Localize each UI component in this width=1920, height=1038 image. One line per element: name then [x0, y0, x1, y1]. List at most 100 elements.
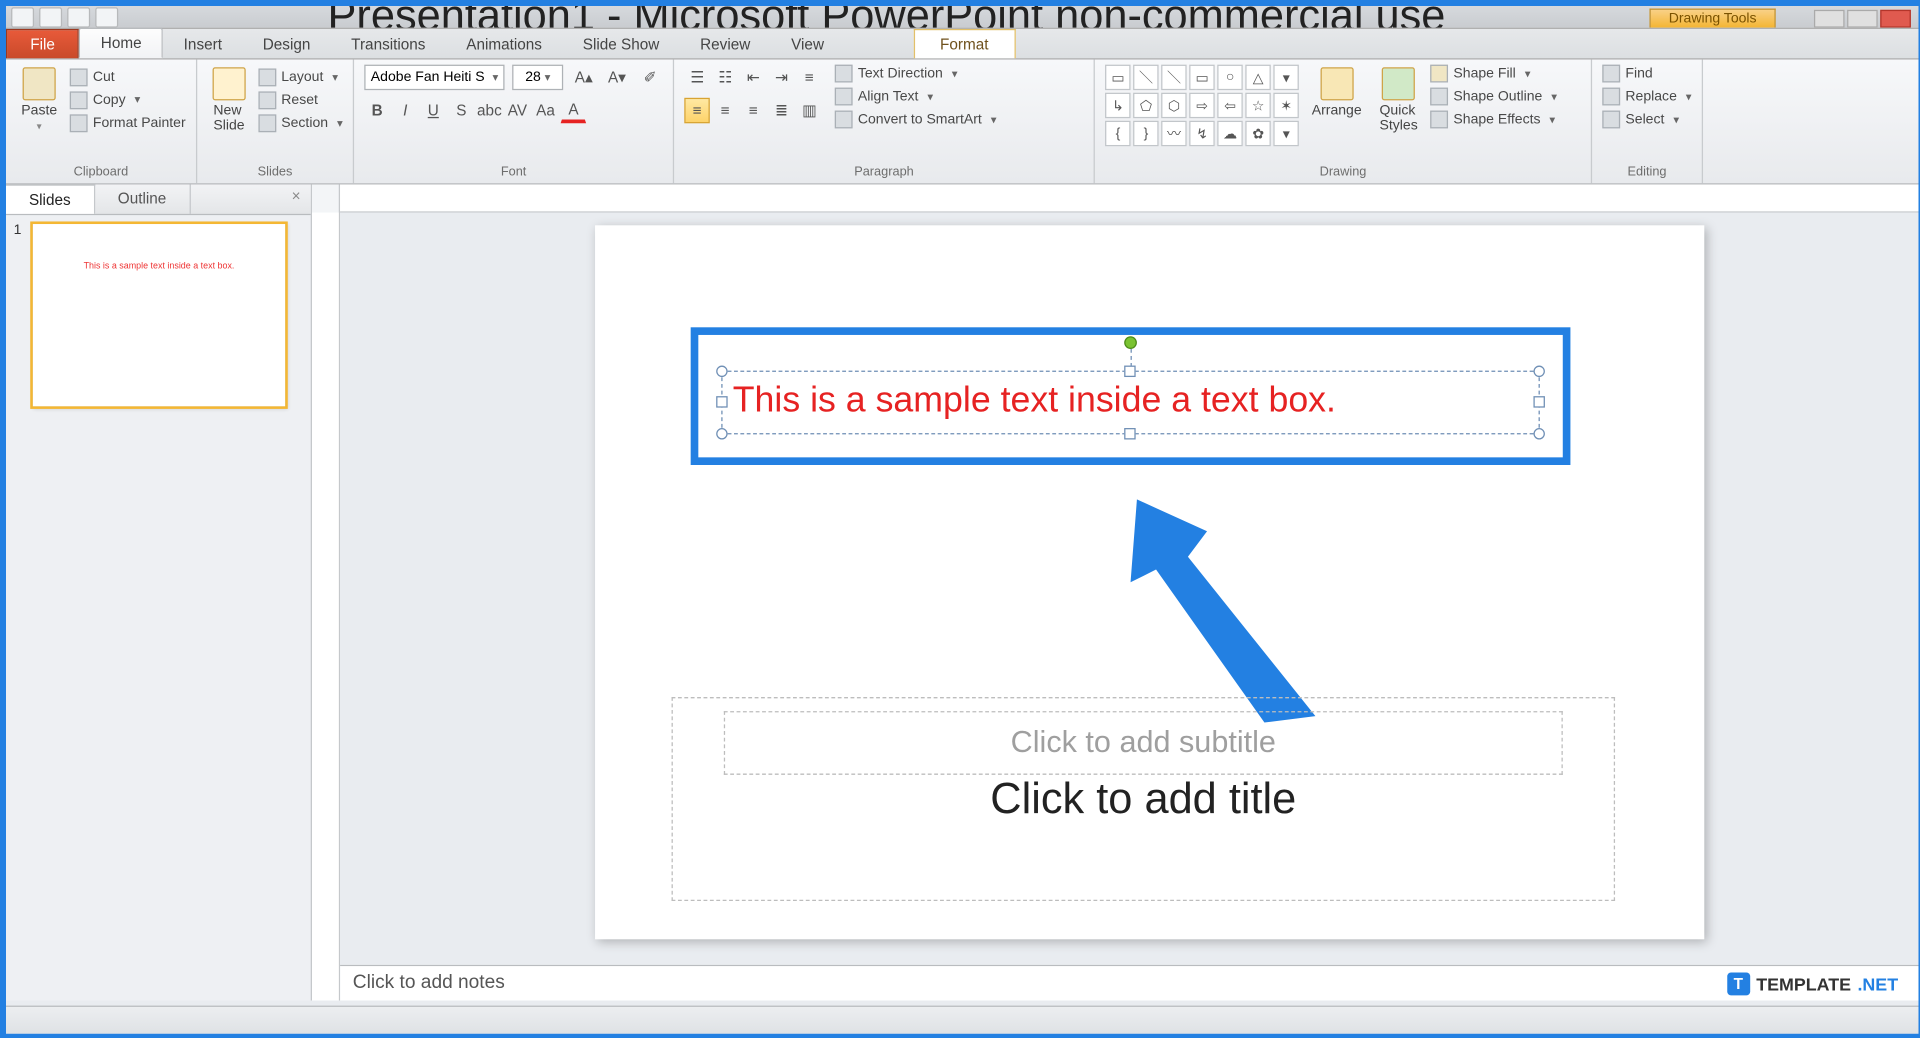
shape-fill-button[interactable]: Shape Fill [1430, 65, 1557, 83]
strike-button[interactable]: S [449, 98, 475, 124]
tab-format[interactable]: Format [913, 29, 1015, 58]
align-right-button[interactable]: ≡ [741, 98, 767, 124]
title-placeholder[interactable]: Click to add title [990, 774, 1296, 824]
cut-button[interactable]: Cut [70, 68, 186, 86]
resize-handle[interactable] [1533, 366, 1544, 377]
new-slide-button[interactable]: New Slide [207, 65, 250, 136]
shrink-font-button[interactable]: A▾ [604, 65, 630, 91]
line-spacing-button[interactable]: ≡ [797, 65, 823, 91]
quick-styles-button[interactable]: Quick Styles [1374, 65, 1422, 147]
shape-item[interactable]: ○ [1217, 65, 1243, 91]
textbox-content[interactable]: This is a sample text inside a text box. [723, 372, 1539, 428]
shape-item[interactable]: ＼ [1133, 65, 1159, 91]
shape-item[interactable]: ＼ [1161, 65, 1187, 91]
shape-item[interactable]: ↯ [1189, 121, 1215, 147]
copy-button[interactable]: Copy [70, 91, 186, 109]
rotate-handle[interactable] [1124, 336, 1137, 349]
section-button[interactable]: Section [258, 114, 342, 132]
shape-item[interactable]: △ [1245, 65, 1271, 91]
minimize-button[interactable] [1814, 10, 1845, 28]
layout-button[interactable]: Layout [258, 68, 342, 86]
shape-item[interactable]: ▭ [1189, 65, 1215, 91]
resize-handle[interactable] [1533, 428, 1544, 439]
inc-indent-button[interactable]: ⇥ [769, 65, 795, 91]
tab-transitions[interactable]: Transitions [331, 30, 446, 58]
replace-button[interactable]: Replace [1602, 88, 1691, 106]
spacing-button[interactable]: AV [505, 98, 531, 124]
shape-item[interactable]: ✶ [1274, 93, 1300, 119]
justify-button[interactable]: ≣ [769, 98, 795, 124]
resize-handle[interactable] [1124, 428, 1135, 439]
arrange-button[interactable]: Arrange [1307, 65, 1367, 147]
tab-insert[interactable]: Insert [163, 30, 242, 58]
format-painter-button[interactable]: Format Painter [70, 114, 186, 132]
qat-button[interactable] [67, 7, 90, 27]
reset-button[interactable]: Reset [258, 91, 342, 109]
select-button[interactable]: Select [1602, 111, 1691, 129]
shape-item[interactable]: ⇨ [1189, 93, 1215, 119]
panel-close-button[interactable]: × [281, 185, 310, 214]
italic-button[interactable]: I [392, 98, 418, 124]
panel-tab-slides[interactable]: Slides [6, 185, 95, 214]
bold-button[interactable]: B [364, 98, 390, 124]
tab-animations[interactable]: Animations [446, 30, 563, 58]
find-button[interactable]: Find [1602, 65, 1691, 83]
shape-item[interactable]: 〰 [1161, 121, 1187, 147]
tab-slideshow[interactable]: Slide Show [562, 30, 679, 58]
close-button[interactable] [1880, 10, 1911, 28]
align-text-button[interactable]: Align Text [835, 88, 997, 106]
resize-handle[interactable] [1533, 396, 1544, 407]
convert-smartart-button[interactable]: Convert to SmartArt [835, 111, 997, 129]
slide[interactable]: This is a sample text inside a text box.… [595, 225, 1704, 939]
shapes-gallery[interactable]: ▭＼＼▭○△▾ ↳⬠⬡⇨⇦☆✶ {}〰↯☁✿▾ [1105, 65, 1299, 147]
shape-item[interactable]: } [1133, 121, 1159, 147]
subtitle-placeholder[interactable]: Click to add subtitle [724, 711, 1563, 775]
qat-button[interactable] [39, 7, 62, 27]
notes-pane[interactable]: Click to add notes [340, 965, 1918, 1001]
shape-effects-button[interactable]: Shape Effects [1430, 111, 1557, 129]
align-center-button[interactable]: ≡ [713, 98, 739, 124]
font-name-select[interactable]: Adobe Fan Heiti S▾ [364, 65, 504, 91]
dec-indent-button[interactable]: ⇤ [741, 65, 767, 91]
tab-home[interactable]: Home [79, 28, 163, 59]
shape-item[interactable]: ☁ [1217, 121, 1243, 147]
grow-font-button[interactable]: A▴ [571, 65, 597, 91]
case-button[interactable]: Aa [533, 98, 559, 124]
tab-design[interactable]: Design [242, 30, 330, 58]
shape-item[interactable]: ▭ [1105, 65, 1131, 91]
qat-button[interactable] [11, 7, 34, 27]
shape-outline-button[interactable]: Shape Outline [1430, 88, 1557, 106]
align-left-button[interactable]: ≡ [684, 98, 710, 124]
columns-button[interactable]: ▥ [797, 98, 823, 124]
tab-view[interactable]: View [771, 30, 845, 58]
underline-button[interactable]: U [421, 98, 447, 124]
tab-review[interactable]: Review [680, 30, 771, 58]
shape-item[interactable]: ⬡ [1161, 93, 1187, 119]
panel-tab-outline[interactable]: Outline [95, 185, 191, 214]
slide-canvas[interactable]: This is a sample text inside a text box.… [340, 213, 1918, 965]
shape-item[interactable]: ⇦ [1217, 93, 1243, 119]
paste-button[interactable]: Paste ▾ [16, 65, 62, 135]
text-direction-button[interactable]: Text Direction [835, 65, 997, 83]
resize-handle[interactable] [1124, 366, 1135, 377]
shape-item[interactable]: ✿ [1245, 121, 1271, 147]
shadow-button[interactable]: abc [477, 98, 503, 124]
tab-file[interactable]: File [6, 29, 79, 58]
numbering-button[interactable]: ☷ [713, 65, 739, 91]
bullets-button[interactable]: ☰ [684, 65, 710, 91]
shape-item[interactable]: ↳ [1105, 93, 1131, 119]
selected-textbox[interactable]: This is a sample text inside a text box. [721, 371, 1540, 435]
font-color-button[interactable]: A [561, 98, 587, 124]
resize-handle[interactable] [716, 428, 727, 439]
resize-handle[interactable] [716, 396, 727, 407]
title-placeholder-container[interactable]: Click to add subtitle Click to add title [672, 697, 1615, 901]
clear-format-button[interactable]: ✐ [637, 65, 663, 91]
shape-item[interactable]: ⬠ [1133, 93, 1159, 119]
shape-item[interactable]: ☆ [1245, 93, 1271, 119]
maximize-button[interactable] [1847, 10, 1878, 28]
shape-item[interactable]: { [1105, 121, 1131, 147]
font-size-select[interactable]: 28▾ [512, 65, 563, 91]
resize-handle[interactable] [716, 366, 727, 377]
slide-thumbnail[interactable]: This is a sample text inside a text box. [32, 223, 287, 408]
shape-item[interactable]: ▾ [1274, 65, 1300, 91]
